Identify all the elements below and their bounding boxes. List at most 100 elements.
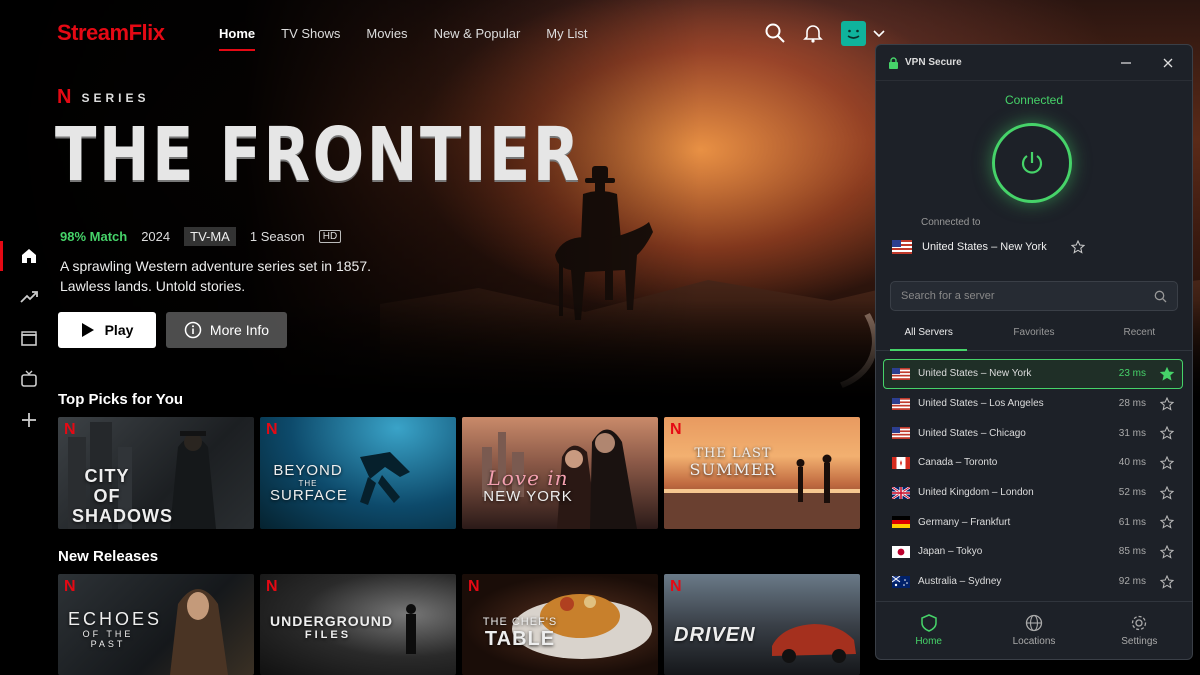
gb-flag-icon [892,486,910,499]
n-logo: N [266,421,278,438]
main-nav: Home TV Shows Movies New & Popular My Li… [219,26,587,51]
server-row[interactable]: Japan – Tokyo 85 ms [883,537,1183,567]
n-logo: N [468,578,480,595]
more-info-label: More Info [209,322,270,338]
chevron-down-icon[interactable] [872,27,886,41]
hero-description: A sprawling Western adventure series set… [60,256,400,296]
tile-love-in-new-york[interactable]: Love in NEW YORK [462,417,658,529]
tile-city-of-shadows[interactable]: N CITY OF SHADOWS [58,417,254,529]
nav-my-list[interactable]: My List [546,26,587,41]
play-label: Play [104,322,134,338]
globe-icon [1025,614,1043,632]
brand-logo[interactable]: StreamFlix [57,20,165,46]
tab-favorites[interactable]: Favorites [981,321,1086,350]
jp-flag-icon [892,545,910,558]
server-row[interactable]: Canada – Toronto 40 ms [883,448,1183,478]
tile-title: UNDERGROUND FILES [270,613,393,641]
nav-home[interactable]: Home [219,26,256,51]
tile-driven[interactable]: N DRIVEN [664,574,860,675]
nav-tv-shows[interactable]: TV Shows [281,26,340,41]
tile-title: CITY OF SHADOWS [72,466,173,526]
server-tabs: All Servers Favorites Recent [876,321,1192,351]
nav-movies[interactable]: Movies [366,26,407,41]
tile-underground-files[interactable]: N UNDERGROUND FILES [260,574,456,675]
star-filled-icon[interactable] [1160,366,1174,381]
nav-new-popular[interactable]: New & Popular [434,26,521,41]
star-outline-icon[interactable] [1160,574,1174,589]
minimize-icon[interactable] [1120,57,1132,69]
vpn-titlebar: VPN Secure [876,45,1192,81]
tile-title-line: TABLE [484,628,556,651]
close-icon[interactable] [1162,57,1174,69]
vpn-nav-locations[interactable]: Locations [981,602,1086,659]
tile-title-line: BEYOND [273,462,343,479]
hd-badge: HD [318,230,342,243]
n-logo: N [64,578,76,595]
search-icon[interactable] [764,22,786,44]
release-year: 2024 [141,229,171,244]
n-logo: N [670,421,682,438]
server-row[interactable]: United Kingdom – London 52 ms [883,478,1183,508]
vpn-nav-home[interactable]: Home [876,602,981,659]
tile-the-chefs-table[interactable]: N THE CHEF'S TABLE [462,574,658,675]
star-outline-icon[interactable] [1160,544,1174,559]
star-outline-icon[interactable] [1160,515,1174,529]
star-outline-icon[interactable] [1160,426,1174,440]
server-row[interactable]: United States – Los Angeles 28 ms [883,389,1183,419]
n-logo: N [670,578,682,595]
star-outline-icon[interactable] [1070,240,1085,254]
info-icon [184,321,202,339]
trending-icon[interactable] [19,287,39,307]
tile-title-line: SUMMER [689,460,777,480]
server-latency: 85 ms [1118,546,1146,558]
server-latency: 52 ms [1118,487,1146,499]
tv-icon[interactable] [19,369,39,389]
server-row[interactable]: United States – Chicago 31 ms [883,418,1183,448]
ca-flag-icon [892,456,910,469]
tile-title-line: NEW YORK [483,488,573,505]
power-button[interactable] [992,123,1072,203]
server-latency: 92 ms [1118,576,1146,588]
tile-beyond-the-surface[interactable]: N BEYOND THE SURFACE [260,417,456,529]
connected-to-label: Connected to [921,217,981,228]
star-outline-icon[interactable] [1160,396,1174,411]
server-name: United Kingdom – London [918,487,1034,499]
tile-title-line: SHADOWS [72,505,173,526]
tile-title-line: UNDERGROUND [270,613,393,629]
vpn-window: VPN Secure Connected Connected to United… [875,44,1193,660]
connection-status: Connected [1004,93,1064,107]
server-search-input[interactable]: Search for a server [890,281,1178,311]
server-row[interactable]: Australia – Sydney 92 ms [883,567,1183,597]
row-title-new-releases: New Releases [58,548,159,565]
tile-title: ECHOES OF THE PAST [68,609,163,650]
tab-all-servers[interactable]: All Servers [876,321,981,351]
gear-icon [1132,615,1147,631]
vpn-nav-label: Locations [1012,636,1056,647]
server-latency: 23 ms [1118,368,1146,380]
vpn-nav-settings[interactable]: Settings [1087,602,1192,659]
tile-echoes-of-the-past[interactable]: N ECHOES OF THE PAST [58,574,254,675]
connected-location-label: United States – New York [922,241,1047,253]
server-row[interactable]: Germany – Frankfurt 61 ms [883,507,1183,537]
tile-title-line: ECHOES [68,609,163,629]
clapperboard-icon[interactable] [19,328,39,348]
tab-recent[interactable]: Recent [1087,321,1192,350]
tile-title: THE CHEF'S TABLE [470,616,570,650]
play-button[interactable]: Play [58,312,156,348]
search-icon [1154,290,1167,303]
home-icon[interactable] [19,246,39,266]
more-info-button[interactable]: More Info [166,312,287,348]
star-outline-icon[interactable] [1160,485,1174,500]
lock-icon [889,56,898,69]
avatar[interactable] [841,21,866,46]
tile-title-line: CITY OF [84,466,130,506]
server-name: Australia – Sydney [918,576,1002,588]
row-title-top-picks: Top Picks for You [58,391,184,408]
bell-icon[interactable] [802,22,824,44]
n-logo: N [64,421,76,438]
server-row[interactable]: United States – New York 23 ms [883,359,1183,389]
plus-icon[interactable] [19,410,39,430]
star-outline-icon[interactable] [1160,455,1174,470]
tile-the-last-summer[interactable]: N THE LAST SUMMER [664,417,860,529]
hero-title: THE FRONTIER [55,112,582,198]
